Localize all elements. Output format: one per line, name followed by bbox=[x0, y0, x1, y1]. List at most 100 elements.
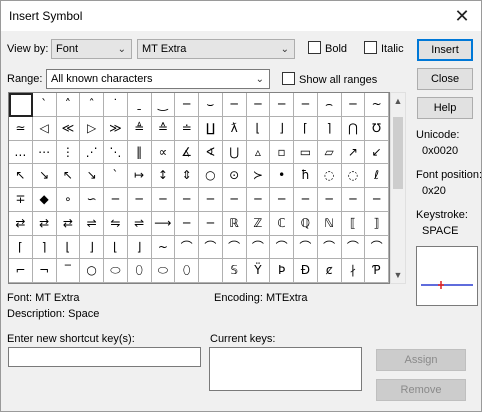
symbol-cell[interactable]: ↕ bbox=[151, 164, 176, 188]
symbol-cell[interactable]: ⌒ bbox=[341, 235, 366, 260]
symbol-cell[interactable]: ∢ bbox=[199, 140, 223, 165]
symbol-cell[interactable]: ℧ bbox=[365, 116, 389, 141]
symbol-cell[interactable]: 𝕊 bbox=[222, 259, 247, 283]
symbol-cell[interactable]: ⬭ bbox=[104, 259, 128, 283]
insert-button[interactable]: Insert bbox=[417, 39, 473, 61]
symbol-cell[interactable]: ȼ bbox=[317, 259, 342, 283]
symbol-cell[interactable]: ⬯ bbox=[175, 259, 199, 283]
symbol-cell[interactable]: ˄ bbox=[56, 93, 81, 117]
symbol-cell[interactable]: ↗ bbox=[341, 140, 366, 165]
font-select[interactable]: MT Extra ⌄ bbox=[137, 39, 295, 59]
symbol-cell[interactable]: ∡ bbox=[175, 140, 199, 165]
symbol-cell[interactable]: ▵ bbox=[246, 140, 271, 165]
symbol-cell[interactable]: ℤ bbox=[246, 211, 271, 236]
symbol-cell[interactable]: ⌉ bbox=[32, 235, 57, 260]
symbol-cell[interactable]: ↦ bbox=[127, 164, 152, 188]
symbol-cell[interactable]: ─ bbox=[270, 188, 294, 212]
symbol-cell[interactable]: ħ bbox=[294, 164, 318, 188]
symbol-cell[interactable]: ≫ bbox=[104, 116, 128, 141]
symbol-cell[interactable]: ≜ bbox=[127, 116, 152, 141]
symbol-cell[interactable]: ⌊ bbox=[56, 235, 81, 260]
symbol-cell[interactable]: ⌒ bbox=[175, 235, 199, 260]
symbol-cell[interactable]: ℚ bbox=[294, 211, 318, 236]
symbol-cell[interactable]: ⇄ bbox=[56, 211, 81, 236]
symbol-cell[interactable]: ⊙ bbox=[222, 164, 247, 188]
symbol-cell[interactable]: ∘ bbox=[56, 188, 81, 212]
symbol-cell[interactable]: ─ bbox=[341, 93, 366, 117]
symbol-cell[interactable]: ─ bbox=[199, 211, 223, 236]
symbol-cell[interactable]: ⟦ bbox=[341, 211, 366, 236]
symbol-cell[interactable]: ‖ bbox=[127, 140, 152, 165]
symbol-cell[interactable]: ⌒ bbox=[199, 235, 223, 260]
symbol-cell[interactable]: ─ bbox=[270, 93, 294, 117]
symbol-cell[interactable]: ─ bbox=[199, 188, 223, 212]
symbol-cell[interactable]: ⋯ bbox=[32, 140, 57, 165]
symbol-cell[interactable]: ⇕ bbox=[175, 164, 199, 188]
symbol-cell[interactable]: ⇄ bbox=[32, 211, 57, 236]
bold-checkbox[interactable]: Bold bbox=[308, 41, 347, 57]
range-select[interactable]: All known characters ⌄ bbox=[46, 69, 270, 89]
symbol-cell[interactable]: ℝ bbox=[222, 211, 247, 236]
symbol-cell[interactable]: ˙ bbox=[104, 93, 128, 117]
symbol-cell[interactable]: ⇋ bbox=[104, 211, 128, 236]
remove-button[interactable]: Remove bbox=[376, 379, 466, 401]
grid-scrollbar[interactable]: ▲ ▼ bbox=[390, 92, 406, 284]
symbol-cell[interactable]: ⌢ bbox=[317, 93, 342, 117]
symbol-cell[interactable]: ˋ bbox=[32, 93, 57, 117]
symbol-cell[interactable]: ─ bbox=[246, 188, 271, 212]
symbol-cell[interactable]: ◌ bbox=[317, 164, 342, 188]
symbol-cell[interactable]: Ÿ bbox=[246, 259, 271, 283]
symbol-cell[interactable]: … bbox=[9, 140, 33, 165]
symbol-cell[interactable]: ⌈ bbox=[9, 235, 33, 260]
symbol-cell[interactable]: ⌋ bbox=[270, 116, 294, 141]
symbol-cell[interactable]: ↙ bbox=[365, 140, 389, 165]
symbol-cell[interactable]: ⌒ bbox=[222, 235, 247, 260]
symbol-cell[interactable]: ─ bbox=[222, 188, 247, 212]
symbol-cell[interactable]: ⌒ bbox=[270, 235, 294, 260]
close-icon[interactable]: ✕ bbox=[449, 4, 475, 28]
symbol-cell[interactable]: ⌒ bbox=[246, 235, 271, 260]
symbol-cell[interactable]: ─ bbox=[365, 188, 389, 212]
symbol-cell[interactable]: ≪ bbox=[56, 116, 81, 141]
symbol-grid[interactable]: ˋ ˄ ˆ ˙ ˍ ‿ ─ ⌣ ─ ─ ─ ─ ⌢ ─ ~ ≃ ◁ ≪ ▷ ≫ ≜ ≙ ≐ ∐ ƛ ⌊ ⌋ ⌈ ⌉ ⋂ ℧… ⋯ ⋮ ⋰ ⋱ ‖ ∝ ∡ ∢… bbox=[8, 92, 390, 284]
symbol-cell[interactable]: ⌊ bbox=[246, 116, 271, 141]
symbol-cell[interactable]: ⋮ bbox=[56, 140, 81, 165]
viewby-select[interactable]: Font ⌄ bbox=[51, 39, 132, 59]
symbol-cell[interactable]: ‾ bbox=[56, 259, 81, 283]
symbol-cell[interactable]: ─ bbox=[151, 188, 176, 212]
symbol-cell[interactable]: ▭ bbox=[294, 140, 318, 165]
symbol-cell[interactable]: ⬭ bbox=[151, 259, 176, 283]
symbol-cell[interactable]: ⌒ bbox=[365, 235, 389, 260]
symbol-cell[interactable]: • bbox=[270, 164, 294, 188]
symbol-cell[interactable]: ∤ bbox=[341, 259, 366, 283]
symbol-cell[interactable]: ⌋ bbox=[127, 235, 152, 260]
symbol-cell[interactable]: ▷ bbox=[80, 116, 104, 141]
symbol-cell[interactable]: ~ bbox=[151, 235, 176, 260]
show-all-ranges-checkbox[interactable]: Show all ranges bbox=[282, 72, 377, 88]
symbol-cell[interactable]: ℂ bbox=[270, 211, 294, 236]
symbol-cell[interactable]: ↖ bbox=[9, 164, 33, 188]
symbol-cell[interactable]: ⇄ bbox=[9, 211, 33, 236]
symbol-cell[interactable]: ─ bbox=[175, 93, 199, 117]
symbol-cell[interactable]: ↘ bbox=[32, 164, 57, 188]
symbol-cell[interactable]: ⌣ bbox=[199, 93, 223, 117]
symbol-cell[interactable]: ○ bbox=[199, 164, 223, 188]
italic-checkbox[interactable]: Italic bbox=[364, 41, 404, 57]
symbol-cell[interactable]: ─ bbox=[317, 188, 342, 212]
symbol-cell[interactable]: ∓ bbox=[9, 188, 33, 212]
symbol-cell[interactable]: ‿ bbox=[151, 93, 176, 117]
symbol-cell[interactable]: ⌐ bbox=[9, 259, 33, 283]
shortcut-input[interactable] bbox=[8, 347, 201, 367]
symbol-cell[interactable]: ≻ bbox=[246, 164, 271, 188]
symbol-cell[interactable]: Đ bbox=[294, 259, 318, 283]
symbol-cell[interactable]: ⌉ bbox=[317, 116, 342, 141]
current-keys-list[interactable] bbox=[209, 347, 362, 391]
symbol-cell[interactable]: ⋂ bbox=[341, 116, 366, 141]
symbol-cell[interactable]: ▫ bbox=[270, 140, 294, 165]
symbol-cell[interactable]: ≐ bbox=[175, 116, 199, 141]
symbol-cell[interactable]: ⌒ bbox=[294, 235, 318, 260]
symbol-cell[interactable] bbox=[199, 259, 223, 283]
scroll-thumb[interactable] bbox=[393, 117, 403, 189]
symbol-cell[interactable]: ◁ bbox=[32, 116, 57, 141]
symbol-cell[interactable]: ℕ bbox=[317, 211, 342, 236]
